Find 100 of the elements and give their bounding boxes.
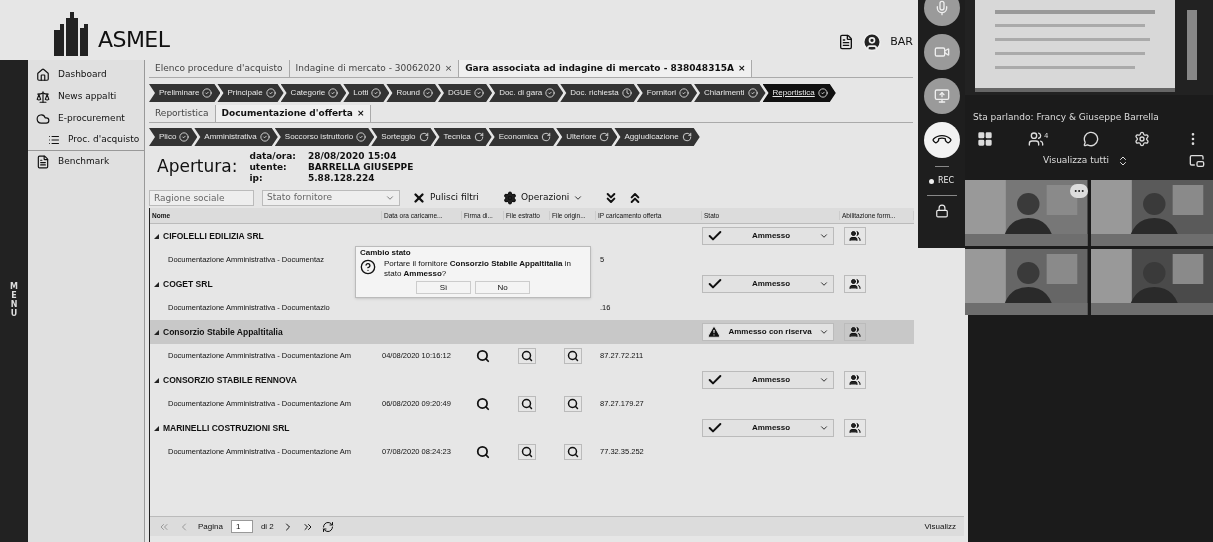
- settings-icon[interactable]: [1134, 130, 1151, 147]
- step-tab[interactable]: Chiarimenti: [694, 84, 766, 102]
- circular-arrow-icon: [473, 132, 484, 142]
- status-select[interactable]: Ammesso con riserva: [702, 323, 834, 341]
- dialog-button[interactable]: No: [475, 281, 530, 294]
- tab[interactable]: Elenco procedure d'acquisto: [149, 60, 290, 77]
- users-icon: [849, 230, 861, 242]
- step-tab[interactable]: Doc. richiesta: [560, 84, 640, 102]
- step-tab[interactable]: Soccorso istruttorio: [274, 128, 375, 146]
- step-tab[interactable]: Principale: [217, 84, 284, 102]
- collapse-icon[interactable]: [154, 425, 159, 431]
- collapse-icon[interactable]: [154, 329, 159, 335]
- present-button[interactable]: [923, 78, 960, 114]
- dialog-title: Cambio stato: [360, 247, 412, 259]
- logo-text: ASMEL: [98, 26, 170, 54]
- view-file-button[interactable]: [518, 396, 536, 412]
- sidebar-item-icon: [36, 112, 50, 126]
- check-circle-icon: [423, 88, 433, 98]
- enable-button[interactable]: [844, 371, 866, 389]
- sidebar-item[interactable]: E-procurement: [28, 108, 144, 130]
- field-value: 28/08/2020 15:04: [307, 150, 398, 162]
- status-select[interactable]: Ammesso: [702, 419, 834, 437]
- status-select[interactable]: Ammesso: [702, 371, 834, 389]
- step-tab[interactable]: Categorie: [280, 84, 347, 102]
- selected-group-row[interactable]: Consorzio Stabile Appaltitalia Ammesso con riserva: [150, 320, 914, 344]
- step-tab[interactable]: Reportistica: [762, 84, 836, 102]
- page-field[interactable]: 1: [230, 520, 253, 533]
- step-tab[interactable]: Doc. di gara: [489, 84, 564, 102]
- search-icon: [567, 398, 579, 410]
- check-circle-icon: [545, 88, 556, 98]
- menu-strip[interactable]: MENU: [0, 60, 28, 542]
- group-name: COGET SRL: [163, 277, 213, 291]
- status-select[interactable]: Ammesso: [702, 227, 834, 245]
- circular-arrow-icon: [681, 132, 692, 142]
- search-icon: [567, 350, 579, 362]
- tab[interactable]: Gara associata ad indagine di mercato - 838048315A ×: [459, 60, 753, 77]
- check-circle-icon: [747, 88, 758, 98]
- close-icon[interactable]: ×: [444, 61, 453, 76]
- search-icon: [521, 446, 533, 458]
- step-tab[interactable]: Lotti: [343, 84, 390, 102]
- document-icon[interactable]: [838, 34, 855, 50]
- view-all-button[interactable]: Visualizza tutti: [1043, 153, 1129, 168]
- collapse-icon[interactable]: [154, 281, 159, 287]
- tab[interactable]: Reportistica: [149, 105, 216, 122]
- step-tab[interactable]: Sorteggio: [371, 128, 437, 146]
- step-tab[interactable]: Ulteriore: [556, 128, 618, 146]
- sidebar-item[interactable]: Dashboard: [28, 64, 144, 86]
- step-tab[interactable]: Aggiudicazione: [614, 128, 700, 146]
- step-tab[interactable]: Preliminare: [149, 84, 221, 102]
- group-name: Consorzio Stabile Appaltitalia: [163, 325, 283, 339]
- step-tab[interactable]: Economica: [488, 128, 560, 146]
- enable-button[interactable]: [844, 227, 866, 245]
- view-file-button[interactable]: [564, 444, 582, 460]
- user-icon[interactable]: [862, 32, 883, 52]
- collapse-icon[interactable]: [154, 377, 159, 383]
- close-icon[interactable]: ×: [356, 106, 365, 121]
- step-tab[interactable]: Amministrativa: [194, 128, 278, 146]
- chat-icon[interactable]: [1083, 130, 1100, 147]
- lock-icon[interactable]: [934, 204, 949, 218]
- step-tab[interactable]: Fornitori: [636, 84, 698, 102]
- sidebar-item[interactable]: Benchmark: [28, 151, 144, 173]
- view-file-button[interactable]: [518, 444, 536, 460]
- camera-button[interactable]: [923, 34, 960, 70]
- user-name[interactable]: BAR: [890, 33, 913, 51]
- dialog-button[interactable]: Sì: [416, 281, 471, 294]
- search-icon[interactable]: [476, 349, 490, 363]
- refresh-icon[interactable]: [321, 520, 334, 533]
- view-file-button[interactable]: [564, 396, 582, 412]
- sidebar-item[interactable]: Proc. d'acquisto: [28, 130, 144, 150]
- enable-button[interactable]: [844, 323, 866, 341]
- check-circle-icon: [202, 88, 213, 98]
- sidebar-item-icon: [36, 90, 50, 104]
- sidebar-item-icon: [36, 68, 50, 82]
- collapse-icon[interactable]: [154, 233, 159, 239]
- enable-button[interactable]: [844, 275, 866, 293]
- step-tab[interactable]: Tecnica: [433, 128, 492, 146]
- name-filter-field[interactable]: Ragione sociale: [149, 190, 254, 206]
- check-circle-icon: [474, 88, 485, 98]
- operations-button[interactable]: Operazioni: [498, 191, 588, 205]
- hang-up-button[interactable]: [923, 122, 960, 158]
- enable-button[interactable]: [844, 419, 866, 437]
- status-select[interactable]: Ammesso: [702, 275, 834, 293]
- clear-filters-button[interactable]: Pulisci filtri: [408, 191, 483, 205]
- sidebar-item-icon: [36, 155, 50, 169]
- grid-view-icon[interactable]: [977, 130, 993, 147]
- step-tab[interactable]: DGUE: [438, 84, 493, 102]
- group-name: CONSORZIO STABILE RENNOVA: [163, 373, 297, 387]
- sidebar-item[interactable]: News appalti: [28, 86, 144, 108]
- status-filter-field[interactable]: Stato fornitore: [262, 190, 400, 206]
- view-file-button[interactable]: [518, 348, 536, 364]
- picture-in-picture-icon[interactable]: [1189, 152, 1205, 169]
- search-icon[interactable]: [476, 445, 490, 459]
- step-tab[interactable]: Plico: [149, 128, 198, 146]
- more-options-button[interactable]: [1070, 184, 1088, 198]
- microphone-button[interactable]: [923, 0, 960, 26]
- close-icon[interactable]: ×: [737, 61, 746, 76]
- step-tab[interactable]: Round: [386, 84, 441, 102]
- search-icon[interactable]: [476, 397, 490, 411]
- view-file-button[interactable]: [564, 348, 582, 364]
- tab[interactable]: Documentazione d'offerta ×: [215, 105, 372, 122]
